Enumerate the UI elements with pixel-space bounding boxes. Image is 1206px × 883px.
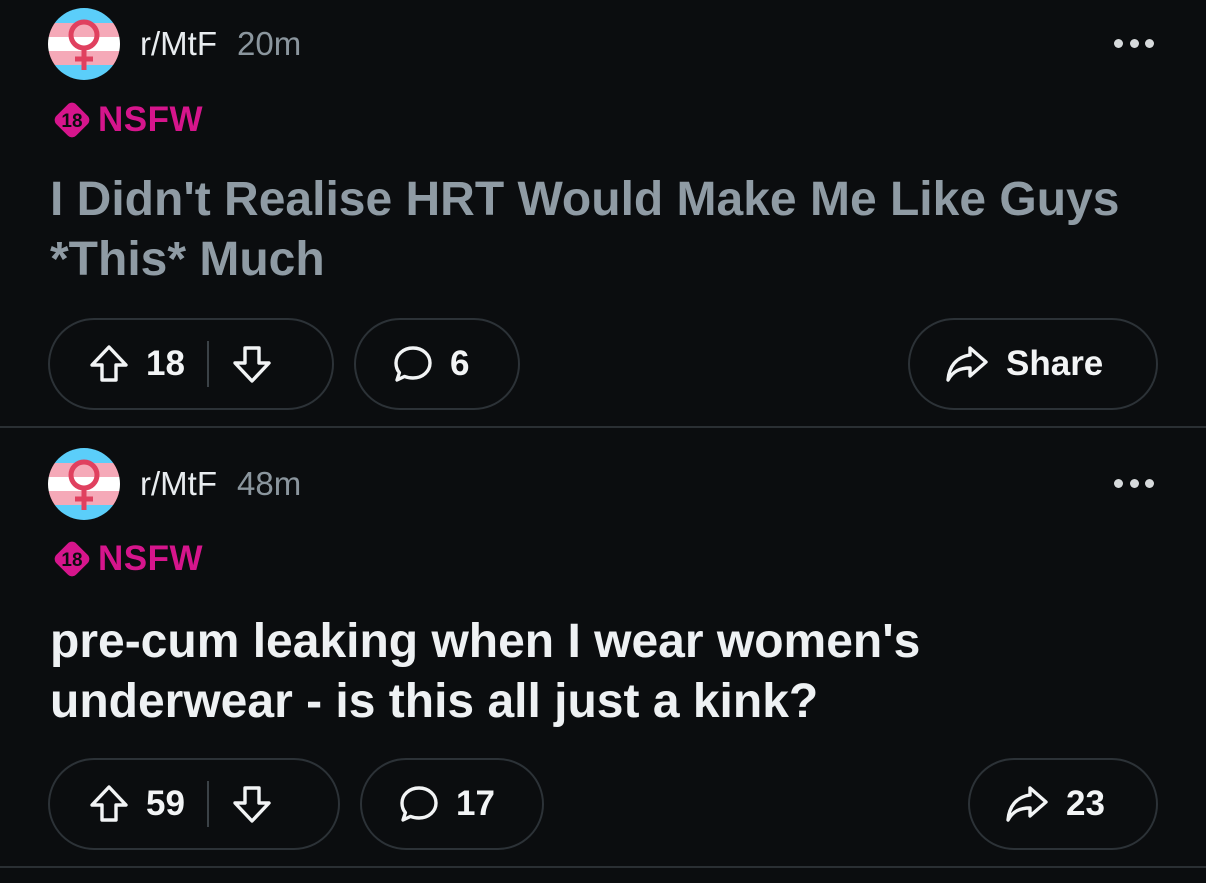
vote-pill: 59	[48, 758, 340, 850]
nsfw-18-icon: 18	[52, 100, 92, 140]
comment-count: 17	[456, 784, 495, 823]
comments-button[interactable]: 17	[360, 758, 544, 850]
vote-divider	[206, 781, 209, 827]
nsfw-label: NSFW	[98, 100, 204, 139]
more-options-icon[interactable]	[1114, 36, 1154, 50]
post-title[interactable]: pre-cum leaking when I wear women's unde…	[50, 612, 1170, 732]
post-header: r/MtF 20m	[48, 8, 301, 80]
subreddit-name[interactable]: r/MtF	[140, 465, 217, 503]
share-button[interactable]: Share	[908, 318, 1158, 410]
nsfw-label: NSFW	[98, 539, 204, 578]
post-feed: r/MtF 20m 18 NSFW I Didn't Realise HRT W…	[0, 0, 1206, 883]
share-arrow-icon	[944, 341, 990, 387]
trans-flag-female-symbol-icon	[48, 8, 120, 80]
feed-post[interactable]: r/MtF 48m 18 NSFW pre-cum leaking when I…	[0, 430, 1206, 868]
downvote-arrow-icon[interactable]	[229, 781, 275, 827]
share-arrow-icon	[1004, 781, 1050, 827]
nsfw-tag: 18 NSFW	[52, 538, 203, 580]
nsfw-18-icon: 18	[52, 539, 92, 579]
comment-bubble-icon	[390, 341, 436, 387]
post-actions: 18 6 Share	[48, 318, 1158, 412]
post-actions: 59 17 23	[48, 758, 1158, 852]
upvote-arrow-icon[interactable]	[86, 341, 132, 387]
vote-divider	[206, 341, 209, 387]
comment-bubble-icon	[396, 781, 442, 827]
feed-post[interactable]: r/MtF 20m 18 NSFW I Didn't Realise HRT W…	[0, 0, 1206, 428]
post-time: 20m	[236, 25, 302, 62]
more-options-icon[interactable]	[1114, 476, 1154, 490]
comments-button[interactable]: 6	[354, 318, 520, 410]
nsfw-badge-text: 18	[61, 550, 82, 571]
downvote-arrow-icon[interactable]	[229, 341, 275, 387]
trans-flag-female-symbol-icon	[48, 448, 120, 520]
upvote-arrow-icon[interactable]	[86, 781, 132, 827]
post-title[interactable]: I Didn't Realise HRT Would Make Me Like …	[50, 170, 1170, 290]
share-count: 23	[1066, 784, 1105, 823]
subreddit-name[interactable]: r/MtF	[140, 25, 217, 63]
nsfw-badge-text: 18	[61, 111, 82, 132]
share-button[interactable]: 23	[968, 758, 1158, 850]
nsfw-tag: 18 NSFW	[52, 99, 203, 141]
upvote-count: 59	[146, 784, 185, 823]
share-label: Share	[1006, 344, 1104, 383]
upvote-count: 18	[146, 344, 185, 383]
comment-count: 6	[450, 344, 470, 383]
subreddit-avatar[interactable]	[48, 8, 120, 80]
subreddit-avatar[interactable]	[48, 448, 120, 520]
post-header: r/MtF 48m	[48, 448, 301, 520]
post-time: 48m	[236, 465, 302, 502]
vote-pill: 18	[48, 318, 334, 410]
